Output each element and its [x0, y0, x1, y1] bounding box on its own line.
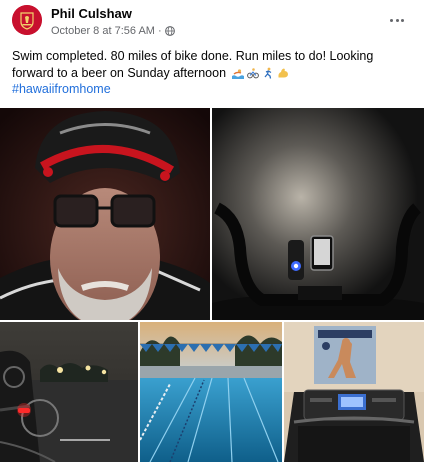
swimmer-emoji-icon [231, 69, 244, 79]
author-name[interactable]: Phil Culshaw [51, 6, 132, 21]
swimming-pool-photo[interactable] [140, 322, 282, 462]
treadmill-photo[interactable] [284, 322, 424, 462]
selfie-helmet-image [0, 108, 210, 320]
runner-emoji-icon [264, 67, 271, 79]
globe-icon[interactable] [164, 26, 175, 36]
flexed-biceps-emoji-icon [277, 68, 288, 78]
post-text: Swim completed. 80 miles of bike done. R… [12, 48, 416, 82]
emoji-row [231, 67, 289, 79]
cyclist-emoji-icon [246, 68, 259, 79]
parking-lot-night-photo[interactable] [0, 322, 138, 462]
hashtag-link[interactable]: #hawaiifromhome [12, 82, 111, 96]
bike-light-handlebars-photo[interactable] [212, 108, 424, 320]
treadmill-image [284, 322, 424, 462]
meta-separator: · [157, 25, 162, 37]
selfie-helmet-photo[interactable] [0, 108, 210, 320]
more-dot-icon [400, 18, 404, 22]
post-header: Phil Culshaw October 8 at 7:56 AM · [0, 0, 424, 44]
post-meta: October 8 at 7:56 AM · [51, 25, 175, 37]
parking-lot-image [0, 322, 138, 462]
more-dot-icon [395, 18, 399, 22]
avatar[interactable] [12, 5, 42, 35]
post-body: Swim completed. 80 miles of bike done. R… [12, 49, 374, 80]
more-options-button[interactable] [384, 9, 410, 31]
more-dot-icon [390, 18, 394, 22]
club-crest-icon [12, 5, 42, 35]
post-timestamp[interactable]: October 8 at 7:56 AM [51, 25, 155, 37]
bike-light-image [212, 108, 424, 320]
swimming-pool-image [140, 322, 282, 462]
